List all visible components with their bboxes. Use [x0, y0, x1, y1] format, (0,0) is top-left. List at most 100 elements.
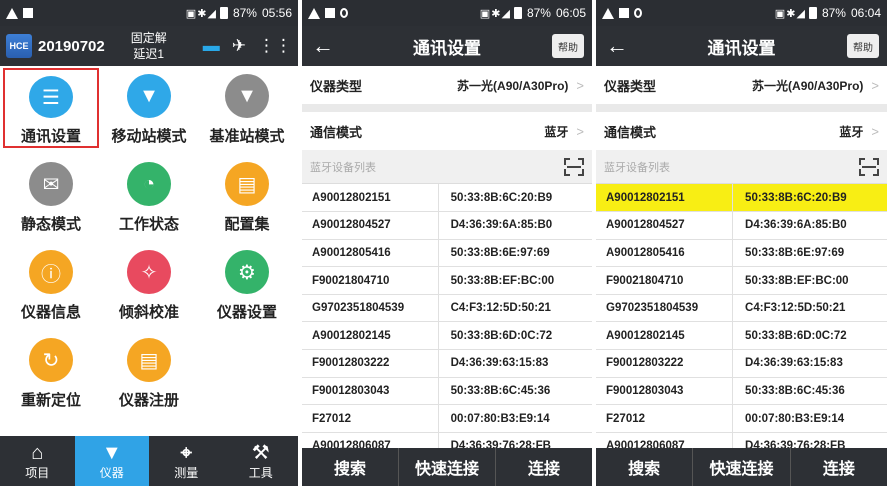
device-mac: 50:33:8B:6D:0C:72 — [732, 321, 887, 351]
scan-icon[interactable] — [562, 155, 586, 178]
tile-device-register[interactable]: ▤ 仪器注册 — [101, 332, 197, 412]
connect-button[interactable]: 连接 — [495, 448, 592, 486]
table-row[interactable]: G9702351804539 C4:F3:12:5D:50:21 — [302, 294, 592, 323]
help-button[interactable]: 帮助 — [847, 34, 879, 58]
tile-tilt-calibration[interactable]: ✧ 倾斜校准 — [101, 244, 197, 324]
bluetooth-device-list: A90012802151 50:33:8B:6C:20:B9 A9001280452… — [596, 184, 887, 461]
table-row[interactable]: A90012802151 50:33:8B:6C:20:B9 — [302, 184, 592, 213]
clock: 06:05 — [555, 6, 586, 20]
device-info-icon: ⓘ — [29, 250, 73, 294]
search-button[interactable]: 搜索 — [302, 448, 398, 486]
device-name: F27012 — [302, 404, 439, 433]
device-mac: 50:33:8B:6C:20:B9 — [732, 184, 887, 213]
device-mac: 50:33:8B:6E:97:69 — [732, 239, 887, 268]
table-row[interactable]: A90012802145 50:33:8B:6D:0C:72 — [596, 321, 887, 351]
table-row[interactable]: G9702351804539 C4:F3:12:5D:50:21 — [596, 294, 887, 323]
device-type-value: 苏一光(A90/A30Pro) — [457, 78, 569, 93]
table-row[interactable]: A90012804527 D4:36:39:6A:85:B0 — [596, 211, 887, 240]
device-register-icon: ▤ — [127, 338, 171, 382]
chevron-right-icon: > — [871, 77, 879, 93]
signal-icon: ▣ ✱ ◢ — [185, 7, 216, 20]
tile-relocate[interactable]: ↻ 重新定位 — [3, 332, 99, 412]
table-row[interactable]: A90012802151 50:33:8B:6C:20:B9 — [596, 184, 887, 213]
back-arrow-icon[interactable]: ← — [312, 33, 334, 59]
bluetooth-device-list: A90012802151 50:33:8B:6C:20:B9 A9001280452… — [302, 184, 592, 461]
warning-icon — [602, 7, 614, 19]
tile-work-status[interactable]: ◔ 工作状态 — [101, 156, 197, 236]
comm-mode-row[interactable]: 通信模式 蓝牙 > — [302, 112, 592, 150]
main-menu-screen: ▣ ✱ ◢ 87% 05:56 HCE 20190702 固定解 延迟1 ▬ ✈ ⋮… — [0, 0, 298, 486]
tile-label: 倾斜校准 — [118, 304, 179, 321]
scan-icon[interactable] — [857, 155, 881, 178]
solution-status: 固定解 延迟1 — [131, 30, 167, 62]
rover-icon[interactable]: ▬ — [203, 36, 220, 56]
nav-device[interactable]: ▼ 仪器 — [74, 436, 149, 486]
comm-mode-label: 通信模式 — [604, 124, 657, 140]
nav-survey[interactable]: ⌖ 测量 — [149, 436, 224, 486]
table-row[interactable]: F90012803043 50:33:8B:6C:45:36 — [596, 377, 887, 406]
status-bar: ▣ ✱ ◢ 87% 06:04 — [596, 0, 887, 26]
satellite-icon[interactable]: ✈ — [232, 36, 246, 56]
page-title: 通讯设置 — [707, 38, 776, 58]
device-name: G9702351804539 — [596, 294, 733, 323]
device-mac: 50:33:8B:6D:0C:72 — [437, 321, 592, 351]
grid-menu-icon[interactable]: ⋮⋮ — [258, 36, 292, 56]
device-mac: 50:33:8B:EF:BC:00 — [732, 266, 887, 295]
divider — [596, 104, 887, 112]
device-name: F90012803222 — [302, 349, 439, 378]
tile-static-mode[interactable]: ✉ 静态模式 — [3, 156, 99, 236]
table-row[interactable]: A90012804527 D4:36:39:6A:85:B0 — [302, 211, 592, 240]
comm-mode-row[interactable]: 通信模式 蓝牙 > — [596, 112, 887, 150]
table-row[interactable]: A90012805416 50:33:8B:6E:97:69 — [596, 239, 887, 268]
nav-project[interactable]: ⌂ 项目 — [0, 436, 75, 486]
help-button[interactable]: 帮助 — [552, 34, 584, 58]
comm-settings-screen-selected: ▣ ✱ ◢ 87% 06:04 ← 通讯设置 帮助 仪器类型 苏一光(A90/A30… — [596, 0, 887, 486]
fix-status: 固定解 — [130, 31, 167, 45]
device-name: A90012805416 — [596, 239, 733, 268]
tile-device-info[interactable]: ⓘ 仪器信息 — [3, 244, 99, 324]
base-mode-icon: ▼ — [225, 74, 269, 118]
device-type-row[interactable]: 仪器类型 苏一光(A90/A30Pro) > — [596, 66, 887, 104]
tile-device-settings[interactable]: ⚙ 仪器设置 — [199, 244, 295, 324]
app-logo: HCE — [6, 34, 32, 58]
back-arrow-icon[interactable]: ← — [606, 33, 628, 59]
nav-tools[interactable]: ⚒ 工具 — [224, 436, 299, 486]
table-row[interactable]: F27012 00:07:80:B3:E9:14 — [302, 404, 592, 433]
tile-config-set[interactable]: ▤ 配置集 — [199, 156, 295, 236]
table-row[interactable]: F90012803222 D4:36:39:63:15:83 — [596, 349, 887, 378]
table-row[interactable]: A90012805416 50:33:8B:6E:97:69 — [302, 239, 592, 268]
tile-base-mode[interactable]: ▼ 基准站模式 — [199, 68, 295, 148]
device-name: A90012802151 — [596, 184, 733, 213]
device-name: F90012803043 — [596, 377, 733, 406]
tools-icon: ⚒ — [251, 441, 270, 464]
device-type-value: 苏一光(A90/A30Pro) — [752, 78, 864, 93]
tile-rover-mode[interactable]: ▼ 移动站模式 — [101, 68, 197, 148]
location-icon — [340, 8, 348, 18]
tile-label: 静态模式 — [20, 216, 81, 233]
table-row[interactable]: F90021804710 50:33:8B:EF:BC:00 — [596, 266, 887, 295]
table-row[interactable]: F90012803043 50:33:8B:6C:45:36 — [302, 377, 592, 406]
device-type-row[interactable]: 仪器类型 苏一光(A90/A30Pro) > — [302, 66, 592, 104]
chevron-right-icon: > — [576, 77, 584, 93]
connect-button[interactable]: 连接 — [789, 448, 887, 486]
notification-icon — [23, 8, 33, 18]
table-row[interactable]: F90021804710 50:33:8B:EF:BC:00 — [302, 266, 592, 295]
title-bar: ← 通讯设置 帮助 — [596, 26, 887, 66]
warning-icon — [308, 7, 320, 19]
tile-label: 仪器设置 — [216, 304, 277, 321]
quick-connect-button[interactable]: 快速连接 — [692, 448, 789, 486]
tile-comm-settings[interactable]: ☰ 通讯设置 — [3, 68, 99, 148]
search-button[interactable]: 搜索 — [596, 448, 692, 486]
tile-label: 基准站模式 — [209, 128, 285, 145]
bluetooth-list-header: 蓝牙设备列表 — [596, 150, 887, 184]
battery-level: 87% — [232, 6, 257, 20]
table-row[interactable]: F90012803222 D4:36:39:63:15:83 — [302, 349, 592, 378]
nav-label: 项目 — [25, 465, 50, 480]
quick-connect-button[interactable]: 快速连接 — [398, 448, 495, 486]
tile-label: 仪器信息 — [20, 304, 81, 321]
comm-mode-value: 蓝牙 — [839, 124, 864, 139]
table-row[interactable]: F27012 00:07:80:B3:E9:14 — [596, 404, 887, 433]
divider — [302, 104, 592, 112]
table-row[interactable]: A90012802145 50:33:8B:6D:0C:72 — [302, 321, 592, 351]
battery-icon — [513, 7, 522, 19]
